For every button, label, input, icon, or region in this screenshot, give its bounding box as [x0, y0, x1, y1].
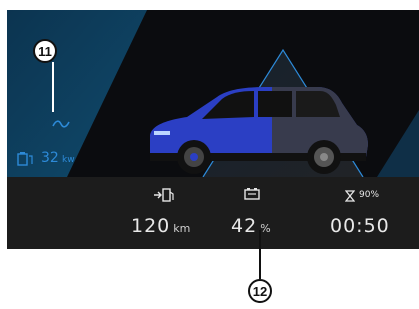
callout-12-line — [259, 230, 261, 279]
battery-readout: 42% — [231, 215, 271, 237]
hourglass-icon — [345, 190, 355, 202]
battery-charge-icon — [17, 152, 33, 166]
charging-flow-icon — [52, 120, 70, 128]
range-readout: 120 km — [131, 215, 190, 237]
right-teal-panel — [377, 110, 419, 177]
battery-icon — [244, 188, 260, 200]
time-percent: 90% — [359, 190, 380, 200]
battery-unit: % — [260, 222, 271, 235]
callout-11-line — [52, 62, 54, 112]
time-readout: 00:50 — [330, 215, 390, 237]
callout-11-label: 11 — [38, 43, 52, 59]
car-illustration — [150, 87, 368, 174]
info-bar — [7, 177, 419, 249]
dashboard-screen: 32 kw 120 km 42% 90% 00:50 — [7, 10, 419, 249]
power-unit: kw — [62, 155, 75, 165]
power-value: 32 — [41, 150, 59, 166]
range-value: 120 — [131, 215, 171, 237]
callout-11-badge: 11 — [33, 39, 57, 63]
time-value: 00:50 — [330, 215, 390, 237]
fuel-pump-range-icon — [154, 188, 174, 202]
range-unit: km — [173, 222, 191, 235]
battery-value: 42 — [231, 215, 258, 237]
callout-12-badge: 12 — [248, 279, 272, 303]
callout-12-label: 12 — [252, 283, 268, 299]
